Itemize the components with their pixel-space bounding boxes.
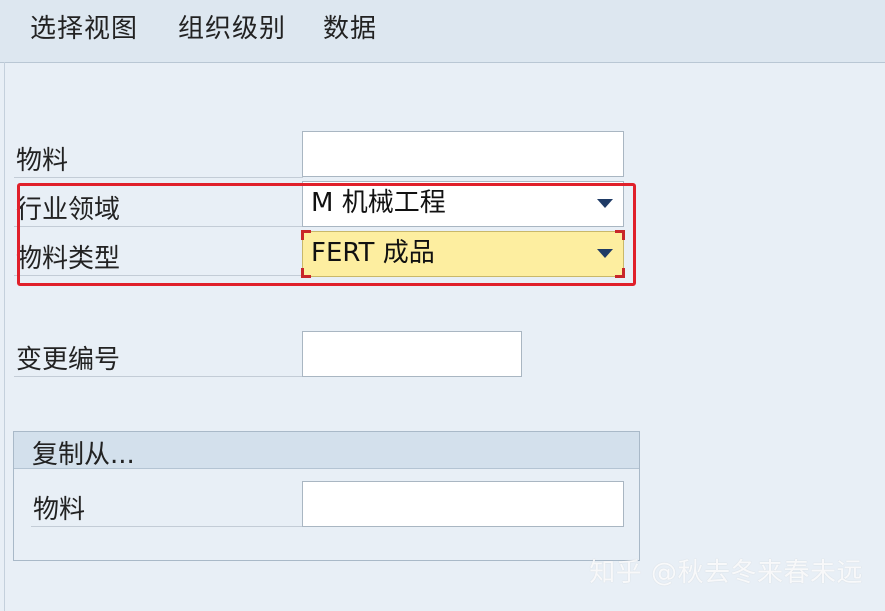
- row-divider: [14, 275, 303, 276]
- menu-org-levels[interactable]: 组织级别: [178, 8, 286, 45]
- focus-corner: [615, 268, 625, 278]
- copy-material-label: 物料: [33, 495, 86, 525]
- copy-from-header: 复制从...: [14, 432, 639, 470]
- material-input[interactable]: [302, 131, 624, 177]
- focus-corner: [301, 230, 311, 240]
- copy-from-group: 复制从... 物料: [13, 431, 640, 561]
- row-divider: [14, 177, 303, 178]
- menu-bar: 选择视图 组织级别 数据: [0, 0, 885, 63]
- row-divider: [14, 376, 303, 377]
- menu-data[interactable]: 数据: [323, 8, 377, 45]
- focus-corner: [301, 268, 311, 278]
- chevron-down-icon[interactable]: [597, 199, 613, 208]
- industry-sector-value: M 机械工程: [311, 188, 446, 218]
- material-type-value: FERT 成品: [311, 238, 435, 268]
- watermark: 知乎 @秋去冬来春未远: [589, 558, 863, 588]
- change-number-label: 变更编号: [16, 345, 121, 375]
- material-type-label: 物料类型: [16, 244, 121, 274]
- left-divider: [4, 62, 5, 611]
- copy-material-input[interactable]: [302, 481, 624, 527]
- material-label: 物料: [16, 146, 69, 176]
- menu-select-view[interactable]: 选择视图: [30, 8, 138, 45]
- industry-sector-label: 行业领域: [16, 195, 121, 225]
- row-divider: [14, 226, 303, 227]
- row-divider: [31, 526, 303, 527]
- focus-corner: [615, 230, 625, 240]
- chevron-down-icon[interactable]: [597, 249, 613, 258]
- material-type-dropdown[interactable]: FERT 成品: [301, 230, 625, 278]
- copy-from-title: 复制从...: [32, 440, 135, 470]
- industry-sector-dropdown[interactable]: M 机械工程: [302, 181, 624, 227]
- change-number-input[interactable]: [302, 331, 522, 377]
